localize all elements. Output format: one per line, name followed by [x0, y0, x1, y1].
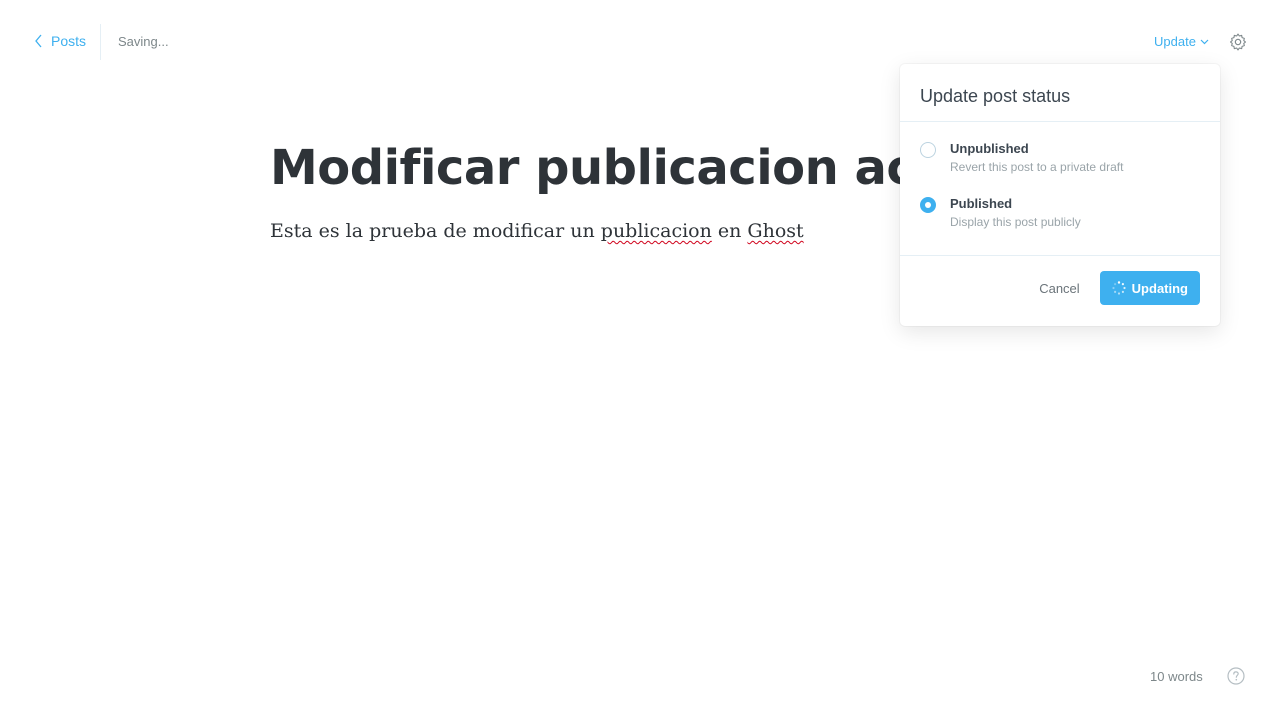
spinner-icon [1112, 281, 1126, 295]
chevron-down-icon [1200, 39, 1209, 44]
word-count: 10 words [1150, 669, 1203, 684]
popover-footer: Cancel Updating [900, 256, 1220, 320]
chevron-left-icon [35, 34, 42, 48]
updating-button[interactable]: Updating [1099, 271, 1200, 305]
body-misspelled-word: publicacion [600, 220, 712, 242]
toolbar-divider [100, 24, 101, 60]
option-unpublished[interactable]: Unpublished Revert this post to a privat… [920, 140, 1200, 177]
question-icon[interactable] [1227, 667, 1245, 685]
cancel-button[interactable]: Cancel [1039, 281, 1079, 296]
gear-icon[interactable] [1228, 32, 1248, 52]
back-link-label: Posts [51, 33, 87, 49]
post-body[interactable]: Esta es la prueba de modificar un public… [270, 220, 804, 242]
option-published[interactable]: Published Display this post publicly [920, 195, 1200, 232]
save-status: Saving... [118, 34, 169, 49]
status-options: Unpublished Revert this post to a privat… [900, 122, 1220, 256]
popover-title: Update post status [900, 64, 1220, 122]
radio-published[interactable] [920, 197, 936, 213]
update-status-popover: Update post status Unpublished Revert th… [900, 64, 1220, 326]
option-description: Display this post publicly [950, 215, 1081, 229]
body-text-1: Esta es la prueba de modificar un [270, 220, 601, 242]
editor-page: Posts Saving... Update Modificar publica… [0, 0, 1280, 720]
updating-button-label: Updating [1131, 280, 1188, 296]
option-title: Published [950, 196, 1013, 211]
back-to-posts-link[interactable]: Posts [34, 33, 86, 49]
update-trigger-label: Update [1154, 34, 1196, 49]
body-text-2: en [711, 220, 748, 242]
radio-unpublished[interactable] [920, 142, 936, 158]
option-title: Unpublished [950, 141, 1029, 156]
option-description: Revert this post to a private draft [950, 160, 1124, 174]
body-misspelled-word: Ghost [747, 220, 804, 242]
update-dropdown-trigger[interactable]: Update [1154, 34, 1209, 49]
